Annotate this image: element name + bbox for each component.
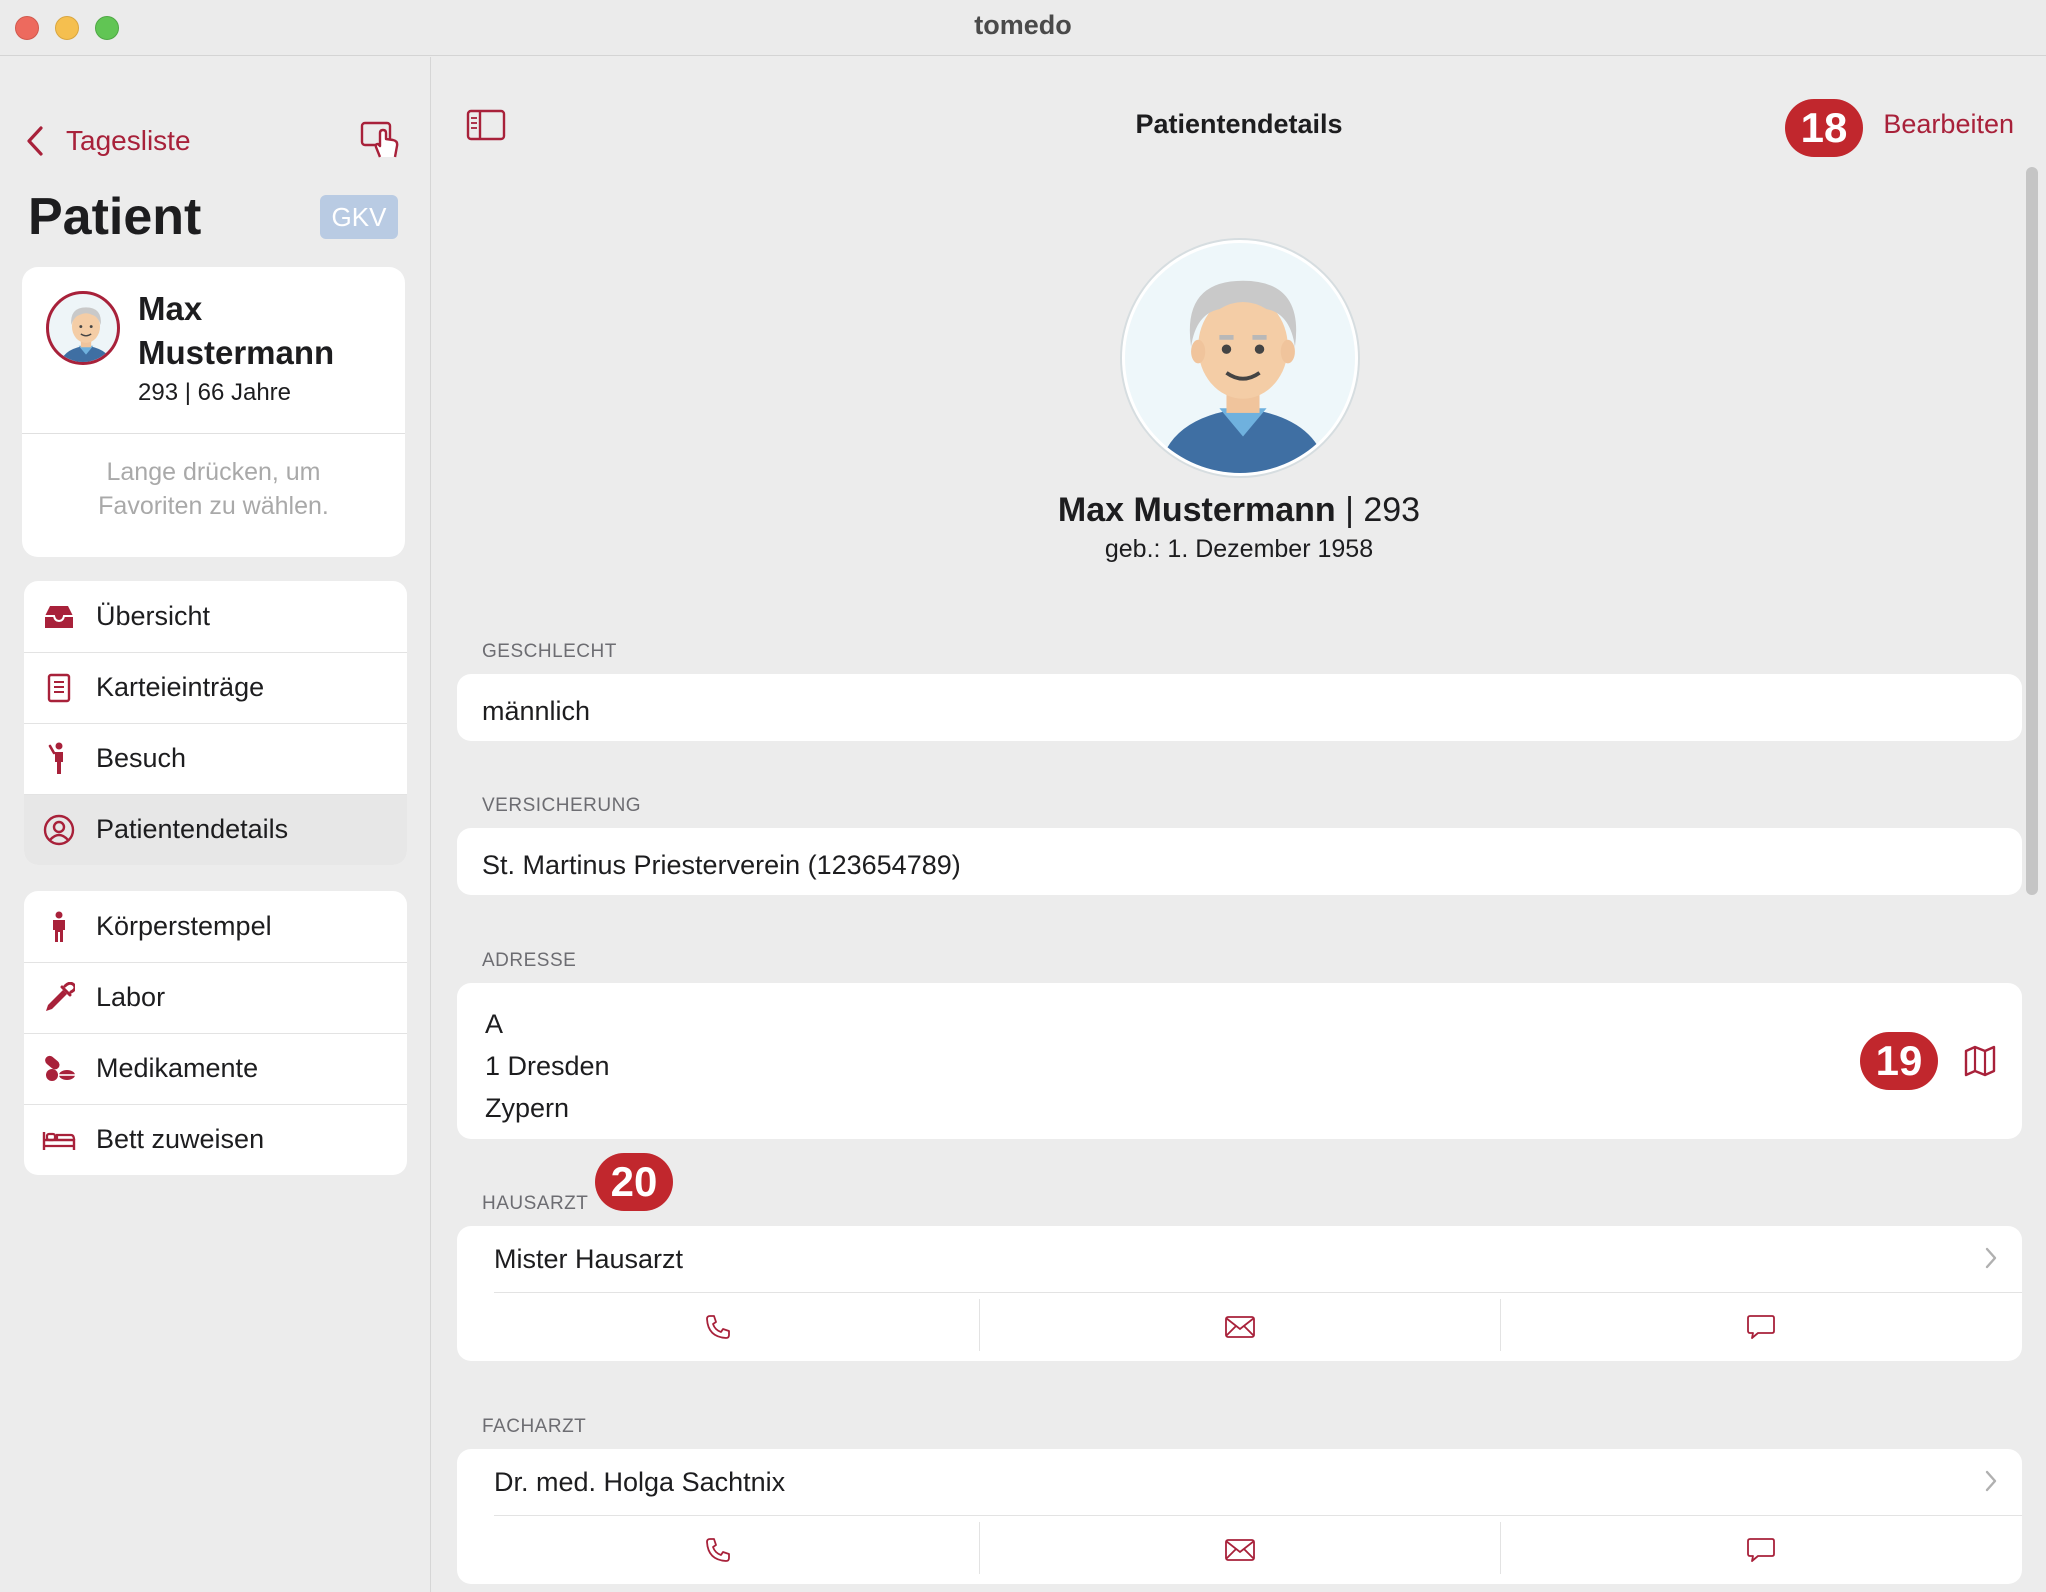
chevron-right-icon [1985,1470,1997,1492]
sidebar-heading: Patient [28,188,202,246]
insurance-field[interactable]: St. Martinus Priesterverein (123654789) [457,828,2022,895]
sidebar-item-bett-zuweisen[interactable]: Bett zuweisen [24,1104,407,1175]
menu-group-patient: Übersicht Karteieinträge Besuch Patiente… [24,581,407,865]
sidebar-item-label: Karteieinträge [96,672,265,702]
chat-bubble-icon [1747,1315,1776,1339]
sidebar-item-label: Körperstempel [96,911,272,941]
specialist-message-button[interactable] [1500,1516,2022,1584]
menu-group-tools: Körperstempel Labor Medikamente Bett zuw… [24,891,407,1175]
favorites-hint: Lange drücken, um Favoriten zu wählen. [98,458,329,520]
gp-card: Mister Hausarzt [457,1226,2022,1361]
address-line-3: Zypern [485,1093,570,1123]
address-line-1: A [485,1009,504,1039]
specialist-mail-button[interactable] [978,1516,1501,1584]
gp-message-button[interactable] [1500,1293,2022,1361]
gp-row[interactable]: Mister Hausarzt [457,1226,2022,1292]
scrollbar[interactable] [2026,167,2038,895]
sidebar: Tagesliste Patient GKV Max Mustermann 29… [0,57,431,1592]
avatar [46,291,120,365]
body-figure-icon [42,910,76,944]
address-lines: A 1 Dresden Zypern [485,1003,610,1129]
patient-meta: 293 | 66 Jahre [138,379,292,406]
patient-photo [1122,240,1358,476]
annotation-badge-20: 20 [595,1153,673,1211]
sidebar-item-label: Besuch [96,743,187,773]
address-line-2: 1 Dresden [485,1051,610,1081]
sidebar-item-labor[interactable]: Labor [24,962,407,1033]
chat-bubble-icon [1747,1538,1776,1562]
gp-name: Mister Hausarzt [494,1243,684,1274]
patient-full-name: Max Mustermann [1057,491,1336,529]
back-label: Tagesliste [66,125,191,156]
insurance-badge: GKV [320,195,398,239]
sidebar-item-label: Übersicht [96,601,211,631]
card-divider [22,433,405,434]
annotation-badge-19: 19 [1860,1032,1938,1090]
bed-icon [42,1123,76,1157]
window-title: tomedo [974,10,1072,40]
edit-button[interactable]: Bearbeiten [1883,109,2014,140]
specialist-card: Dr. med. Holga Sachtnix [457,1449,2022,1584]
sidebar-item-karteieintraege[interactable]: Karteieinträge [24,652,407,723]
gender-field[interactable]: männlich [457,674,2022,741]
insurance-value: St. Martinus Priesterverein (123654789) [482,850,961,880]
gp-mail-button[interactable] [978,1293,1501,1361]
sidebar-item-label: Medikamente [96,1053,259,1083]
gp-call-button[interactable] [457,1293,979,1361]
back-button[interactable]: Tagesliste [26,125,191,157]
patient-name: Max Mustermann [138,290,335,371]
sidebar-item-koerperstempel[interactable]: Körperstempel [24,891,407,962]
phone-icon [705,1538,730,1562]
gender-value: männlich [482,696,591,726]
document-list-icon [42,671,76,705]
sidebar-item-uebersicht[interactable]: Übersicht [24,581,407,652]
sidebar-item-label: Patientendetails [96,814,289,844]
address-field[interactable]: A 1 Dresden Zypern 19 [457,983,2022,1139]
main-content: Patientendetails 18 Bearbeiten Max Muste… [432,57,2046,1592]
specialist-section-label: FACHARZT [482,1416,587,1437]
sidebar-item-besuch[interactable]: Besuch [24,723,407,794]
specialist-actions [457,1516,2022,1584]
specialist-call-button[interactable] [457,1516,979,1584]
gp-actions [457,1293,2022,1361]
insurance-section-label: VERSICHERUNG [482,795,642,816]
envelope-icon [1224,1316,1255,1338]
annotation-badge-18: 18 [1785,99,1863,157]
sidebar-item-label: Labor [96,982,166,1012]
sidebar-item-label: Bett zuweisen [96,1124,265,1154]
patient-card[interactable]: Max Mustermann 293 | 66 Jahre Lange drüc… [22,267,405,557]
chevron-left-icon [27,126,43,156]
sidebar-item-medikamente[interactable]: Medikamente [24,1033,407,1104]
walking-person-icon [42,742,76,776]
touch-hand-icon[interactable] [360,119,404,159]
sidebar-item-patientendetails[interactable]: Patientendetails [24,794,407,865]
envelope-icon [1224,1539,1255,1561]
patient-header-name: Max Mustermann | 293 [432,491,2046,530]
title-bar: tomedo [0,0,2046,56]
inbox-icon [42,600,76,634]
specialist-name: Dr. med. Holga Sachtnix [494,1466,786,1497]
gp-section-label: HAUSARZT [482,1193,589,1214]
gender-section-label: GESCHLECHT [482,641,617,662]
map-icon[interactable] [1962,1043,1998,1079]
pills-icon [42,1052,76,1086]
address-section-label: ADRESSE [482,950,577,971]
phone-icon [705,1315,730,1339]
specialist-row[interactable]: Dr. med. Holga Sachtnix [457,1449,2022,1515]
patient-birthdate: geb.: 1. Dezember 1958 [1104,535,1374,563]
chevron-right-icon [1985,1247,1997,1269]
patient-number: | 293 [1335,491,1421,529]
pipette-icon [42,981,76,1015]
person-circle-icon [42,813,76,847]
